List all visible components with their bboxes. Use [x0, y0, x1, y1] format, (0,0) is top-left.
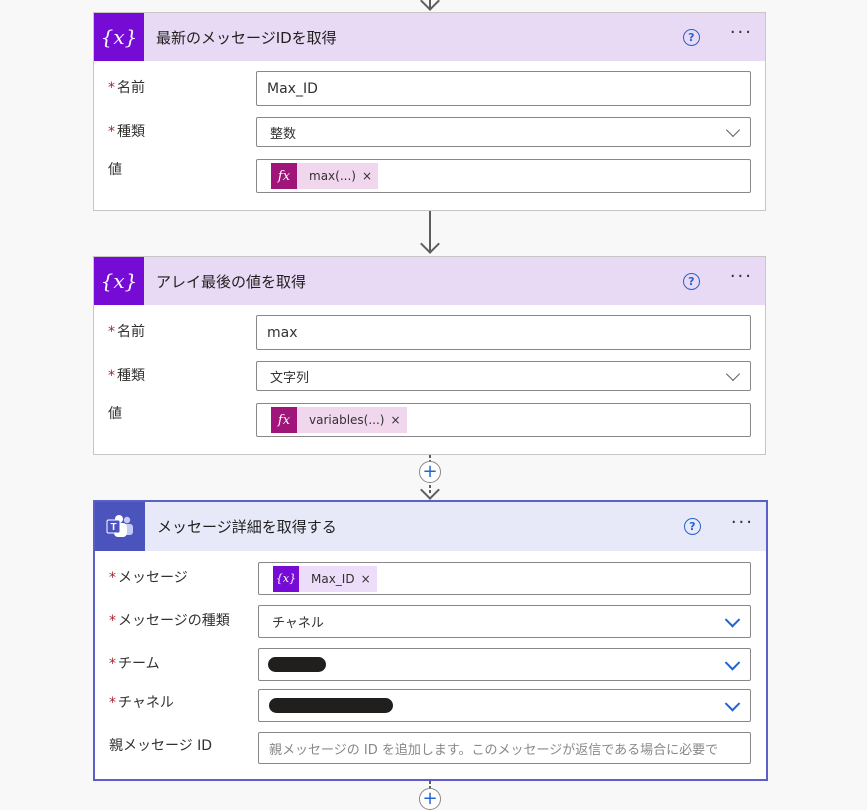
type-select[interactable]: 文字列 [256, 361, 751, 391]
chevron-down-icon [725, 366, 741, 382]
expression-token[interactable]: fx max(...) × [271, 163, 379, 189]
card-header[interactable]: {x} アレイ最後の値を取得 ? ··· [94, 257, 765, 305]
variable-icon: {x} [94, 257, 144, 305]
value-label: 値 [108, 162, 122, 178]
redacted-value [268, 657, 326, 672]
more-options-icon[interactable]: ··· [730, 268, 753, 290]
name-label: * 名前 [108, 324, 145, 340]
card-get-message-details: T メッセージ詳細を取得する ? ··· * メッセージ {x} Max_ID ×… [93, 500, 768, 781]
redacted-value [269, 698, 393, 713]
channel-row: * チャネル [95, 688, 766, 731]
variable-icon: {x} [273, 565, 299, 592]
type-label: * 種類 [108, 368, 145, 384]
remove-token-icon[interactable]: × [390, 413, 400, 427]
name-input[interactable]: Max_ID [256, 71, 751, 106]
chevron-down-icon [725, 122, 741, 138]
fx-icon: fx [271, 407, 297, 433]
type-row: * 種類 文字列 [94, 359, 765, 403]
type-label: * 種類 [108, 124, 145, 140]
message-input[interactable]: {x} Max_ID × [258, 562, 751, 595]
team-row: * チーム [95, 647, 766, 688]
channel-label: * チャネル [109, 695, 174, 711]
arrow-down-icon [420, 234, 440, 254]
help-icon[interactable]: ? [682, 272, 700, 290]
help-icon[interactable]: ? [682, 28, 700, 46]
help-icon[interactable]: ? [683, 518, 701, 535]
message-row: * メッセージ {x} Max_ID × [95, 561, 766, 604]
message-type-select[interactable]: チャネル [258, 605, 751, 638]
card-title[interactable]: 最新のメッセージIDを取得 [156, 27, 683, 48]
team-select[interactable] [258, 648, 751, 681]
type-select[interactable]: 整数 [256, 117, 751, 147]
variable-icon: {x} [94, 13, 144, 61]
value-row: 値 fx variables(...) × [94, 403, 765, 447]
value-label: 値 [108, 406, 122, 422]
type-row: * 種類 整数 [94, 115, 765, 159]
svg-text:T: T [110, 522, 116, 533]
remove-token-icon[interactable]: × [361, 572, 371, 586]
add-step-button[interactable]: + [419, 788, 441, 810]
message-label: * メッセージ [109, 570, 188, 586]
name-row: * 名前 Max_ID [94, 71, 765, 115]
card-get-latest-message-id: {x} 最新のメッセージIDを取得 ? ··· * 名前 Max_ID * 種類 整… [93, 12, 766, 211]
card-title[interactable]: アレイ最後の値を取得 [156, 271, 683, 292]
parent-message-row: 親メッセージ ID 親メッセージの ID を追加します。このメッセージが返信であ… [95, 731, 766, 774]
message-type-row: * メッセージの種類 チャネル [95, 604, 766, 647]
chevron-down-icon [724, 611, 741, 628]
variable-token[interactable]: {x} Max_ID × [273, 565, 377, 592]
more-options-icon[interactable]: ··· [731, 513, 754, 536]
more-options-icon[interactable]: ··· [730, 24, 753, 46]
parent-message-label: 親メッセージ ID [109, 738, 213, 754]
value-input[interactable]: fx variables(...) × [256, 403, 751, 437]
chevron-down-icon [724, 654, 741, 671]
chevron-down-icon [724, 695, 741, 712]
name-row: * 名前 max [94, 315, 765, 359]
card-title[interactable]: メッセージ詳細を取得する [157, 516, 684, 537]
name-input[interactable]: max [256, 315, 751, 350]
teams-logo-icon: T [106, 514, 133, 537]
channel-select[interactable] [258, 689, 751, 722]
team-label: * チーム [109, 656, 160, 672]
parent-message-input[interactable]: 親メッセージの ID を追加します。このメッセージが返信である場合に必要で [258, 732, 751, 764]
value-input[interactable]: fx max(...) × [256, 159, 751, 193]
teams-icon: T [95, 502, 145, 551]
remove-token-icon[interactable]: × [362, 169, 372, 183]
card-header[interactable]: T メッセージ詳細を取得する ? ··· [95, 502, 766, 551]
arrow-down-icon [420, 480, 440, 500]
message-type-label: * メッセージの種類 [109, 613, 230, 629]
arrow-down-icon [420, 0, 440, 11]
card-header[interactable]: {x} 最新のメッセージIDを取得 ? ··· [94, 13, 765, 61]
card-get-last-array-value: {x} アレイ最後の値を取得 ? ··· * 名前 max * 種類 文字列 値 f… [93, 256, 766, 455]
expression-token[interactable]: fx variables(...) × [271, 407, 407, 433]
value-row: 値 fx max(...) × [94, 159, 765, 203]
name-label: * 名前 [108, 80, 145, 96]
fx-icon: fx [271, 163, 297, 189]
